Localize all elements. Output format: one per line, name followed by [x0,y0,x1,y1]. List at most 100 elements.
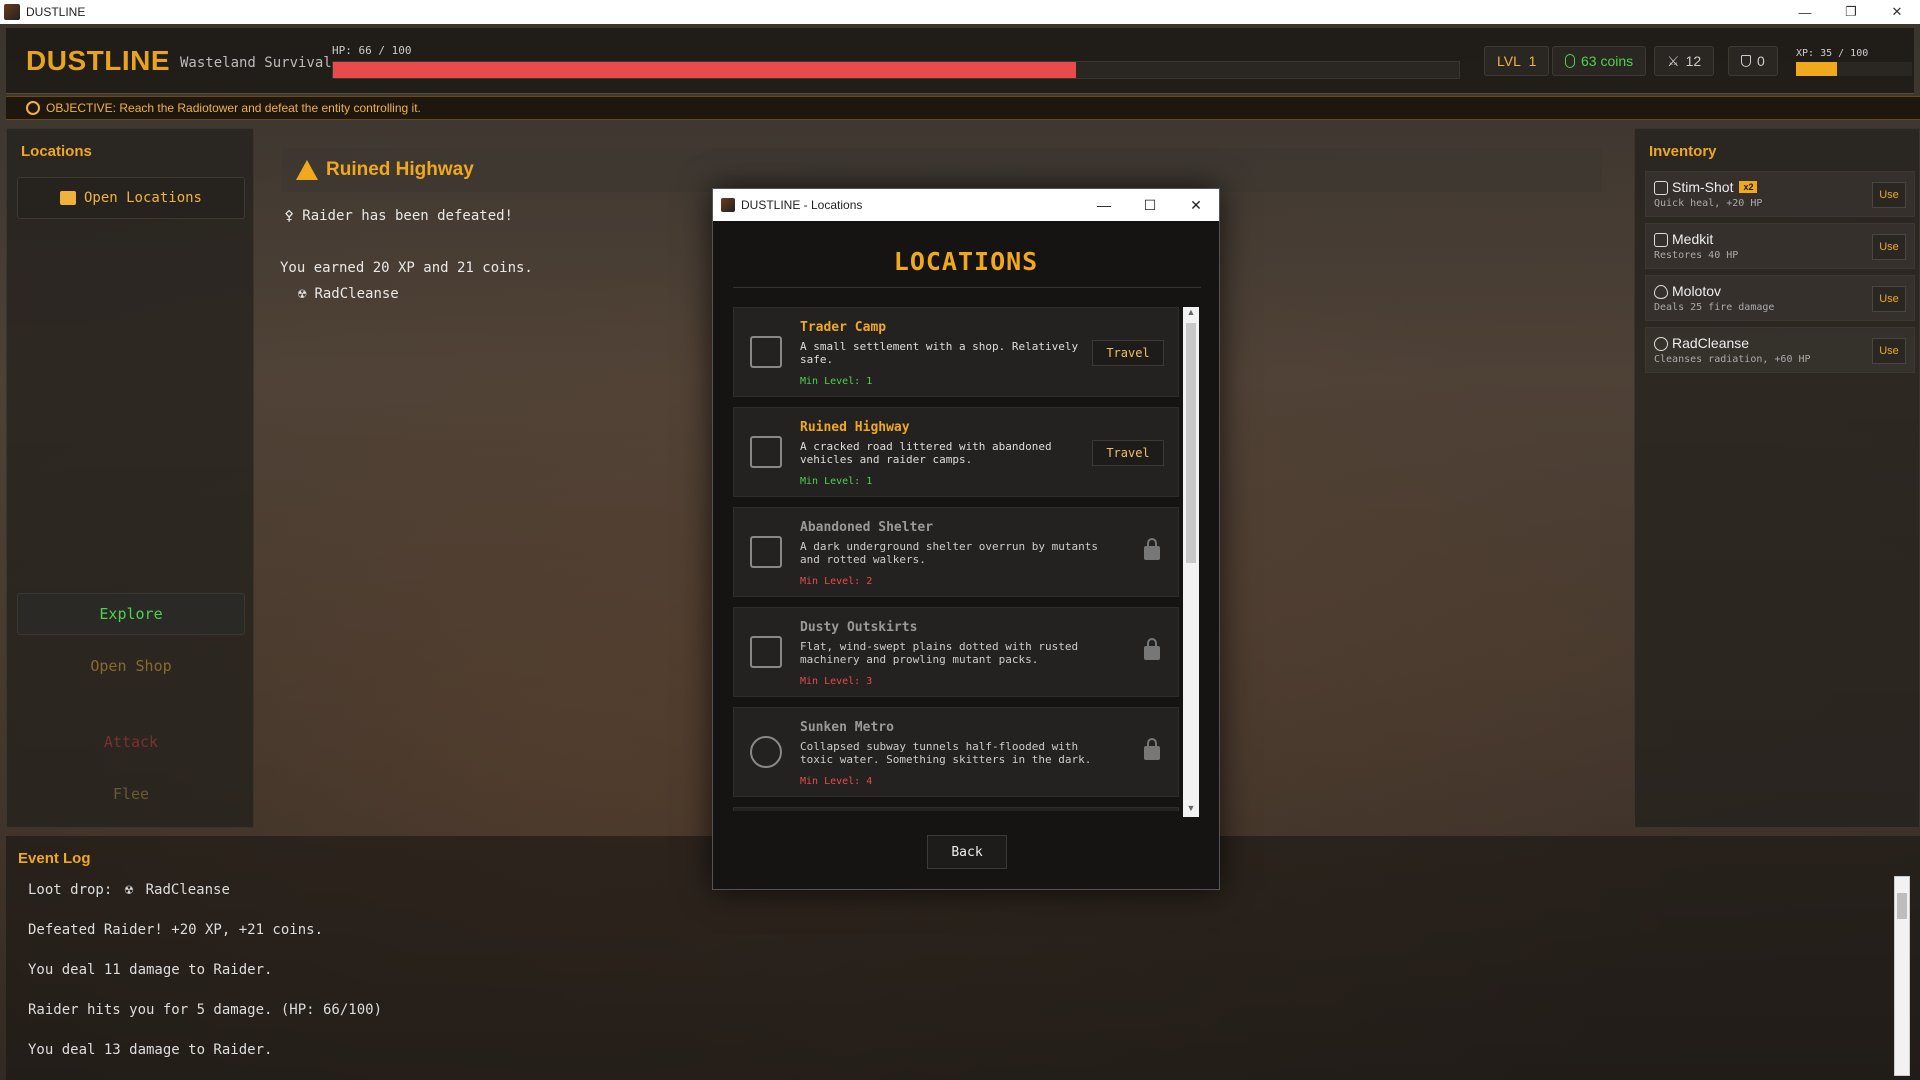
item-desc: Deals 25 fire damage [1654,302,1775,313]
open-locations-button[interactable]: Open Locations [17,177,245,219]
travel-button[interactable]: Travel [1092,340,1164,366]
dialog-minimize-button[interactable]: — [1081,189,1127,221]
shield-icon [1741,55,1751,67]
open-shop-label: Open Shop [90,657,172,675]
dialog-close-button[interactable]: ✕ [1173,189,1219,221]
window-titlebar: DUSTLINE — ❐ ✕ [0,0,1920,24]
log-line: You deal 11 damage to Raider. [28,962,273,978]
scroll-down-arrow[interactable]: ▼ [1183,803,1199,817]
divider [733,287,1201,288]
open-shop-button[interactable]: Open Shop [17,645,245,687]
radiation-icon: ☢ [298,286,307,302]
scroll-thumb[interactable] [1186,323,1196,563]
inventory-item-stim-shot: Stim-Shot x2 Quick heal, +20 HP Use [1645,171,1915,217]
xp-bar [1796,62,1912,76]
sword-icon: ⚴ [284,208,295,224]
inventory-panel: Inventory Stim-Shot x2 Quick heal, +20 HP… [1634,128,1920,828]
location-title: Ruined Highway [800,420,910,435]
story-line-reward: You earned 20 XP and 21 coins. [280,260,533,276]
travel-button[interactable]: Travel [1092,440,1164,466]
use-button[interactable]: Use [1872,286,1906,312]
item-name: Medkit [1672,231,1714,247]
coins-badge: 63 coins [1552,46,1647,76]
location-title: Sunken Metro [800,720,894,735]
shelter-icon [750,536,782,568]
window-title: DUSTLINE [26,5,86,19]
location-min-level: Min Level: 1 [800,376,873,387]
minimize-button[interactable]: — [1782,0,1828,24]
log-line: You deal 13 damage to Raider. [28,1042,273,1058]
use-button[interactable]: Use [1872,182,1906,208]
back-button[interactable]: Back [927,835,1007,869]
use-button[interactable]: Use [1872,234,1906,260]
dialog-window-title: DUSTLINE - Locations [741,198,863,212]
location-title: Abandoned Shelter [800,520,934,535]
maximize-button[interactable]: ❐ [1828,0,1874,24]
xp-label: XP: 35 / 100 [1796,48,1869,59]
story-line-loot: ☢ RadCleanse [298,286,399,302]
app-icon [4,4,20,20]
armor-value: 0 [1757,53,1765,69]
location-header: Ruined Highway [282,148,1602,192]
use-button[interactable]: Use [1872,338,1906,364]
story-line-defeat: ⚴ Raider has been defeated! [284,208,513,224]
location-list-scrollbar[interactable]: ▲ ▼ [1183,307,1199,817]
item-desc: Restores 40 HP [1654,250,1739,261]
locations-panel: Locations Open Locations Explore Open Sh… [6,128,254,828]
location-min-level: Min Level: 4 [800,776,873,787]
lock-icon [1144,638,1160,660]
location-min-level: Min Level: 1 [800,476,873,487]
game-logo: DUSTLINE [26,44,170,76]
location-title: Trader Camp [800,320,887,335]
kills-badge: ⚔ 12 [1654,46,1715,76]
location-title: Dusty Outskirts [800,620,918,635]
metro-icon [750,736,782,768]
event-log-scrollbar[interactable] [1894,876,1910,1076]
road-icon [750,436,782,468]
flame-icon [1654,285,1668,299]
location-min-level: Min Level: 2 [800,576,873,587]
location-card-dusty-outskirts: Dusty Outskirts Flat, wind-swept plains … [733,607,1179,697]
tagline: Wasteland Survival [180,54,332,71]
location-desc: Collapsed subway tunnels half-flooded wi… [800,740,1092,766]
flee-label: Flee [112,785,150,803]
quantity-badge: x2 [1739,181,1758,193]
location-card-partial [733,807,1179,811]
attack-button[interactable]: Attack [17,721,245,763]
location-desc: A dark underground shelter overrun by mu… [800,540,1099,566]
coin-icon [1565,54,1575,68]
camp-icon [750,336,782,368]
dialog-maximize-button[interactable]: ☐ [1127,189,1173,221]
inventory-item-molotov: Molotov Deals 25 fire damage Use [1645,275,1915,321]
location-card-abandoned-shelter: Abandoned Shelter A dark underground she… [733,507,1179,597]
location-min-level: Min Level: 3 [800,676,873,687]
hud-bar: DUSTLINE Wasteland Survival HP: 66 / 100… [6,28,1914,94]
scroll-thumb[interactable] [1897,893,1907,919]
target-icon [26,101,40,115]
hp-bar-fill [333,62,1077,78]
app-icon [721,198,735,212]
xp-bar-fill [1796,62,1837,76]
location-list: Trader Camp A small settlement with a sh… [733,307,1179,811]
explore-button[interactable]: Explore [17,593,245,635]
coins-value: 63 coins [1581,53,1634,69]
item-name: Molotov [1672,283,1722,299]
location-card-sunken-metro: Sunken Metro Collapsed subway tunnels ha… [733,707,1179,797]
scroll-up-arrow[interactable]: ▲ [1183,307,1199,321]
radiation-icon: ☢ [124,882,134,898]
objective-text: OBJECTIVE: Reach the Radiotower and defe… [46,101,421,115]
flee-button[interactable]: Flee [17,773,245,815]
close-window-button[interactable]: ✕ [1874,0,1920,24]
location-card-trader-camp: Trader Camp A small settlement with a sh… [733,307,1179,397]
locations-panel-title: Locations [21,143,92,160]
item-name: Stim-Shot x2 [1672,179,1758,195]
hp-meter: HP: 66 / 100 [332,44,1460,79]
open-locations-label: Open Locations [83,190,202,206]
level-badge: LVL 1 [1484,46,1550,76]
lock-icon [1144,538,1160,560]
location-name: Ruined Highway [326,159,474,180]
crossed-swords-icon: ⚔ [1667,52,1680,69]
warning-icon [296,160,318,180]
dialog-heading: LOCATIONS [893,247,1039,276]
item-desc: Quick heal, +20 HP [1654,198,1763,209]
